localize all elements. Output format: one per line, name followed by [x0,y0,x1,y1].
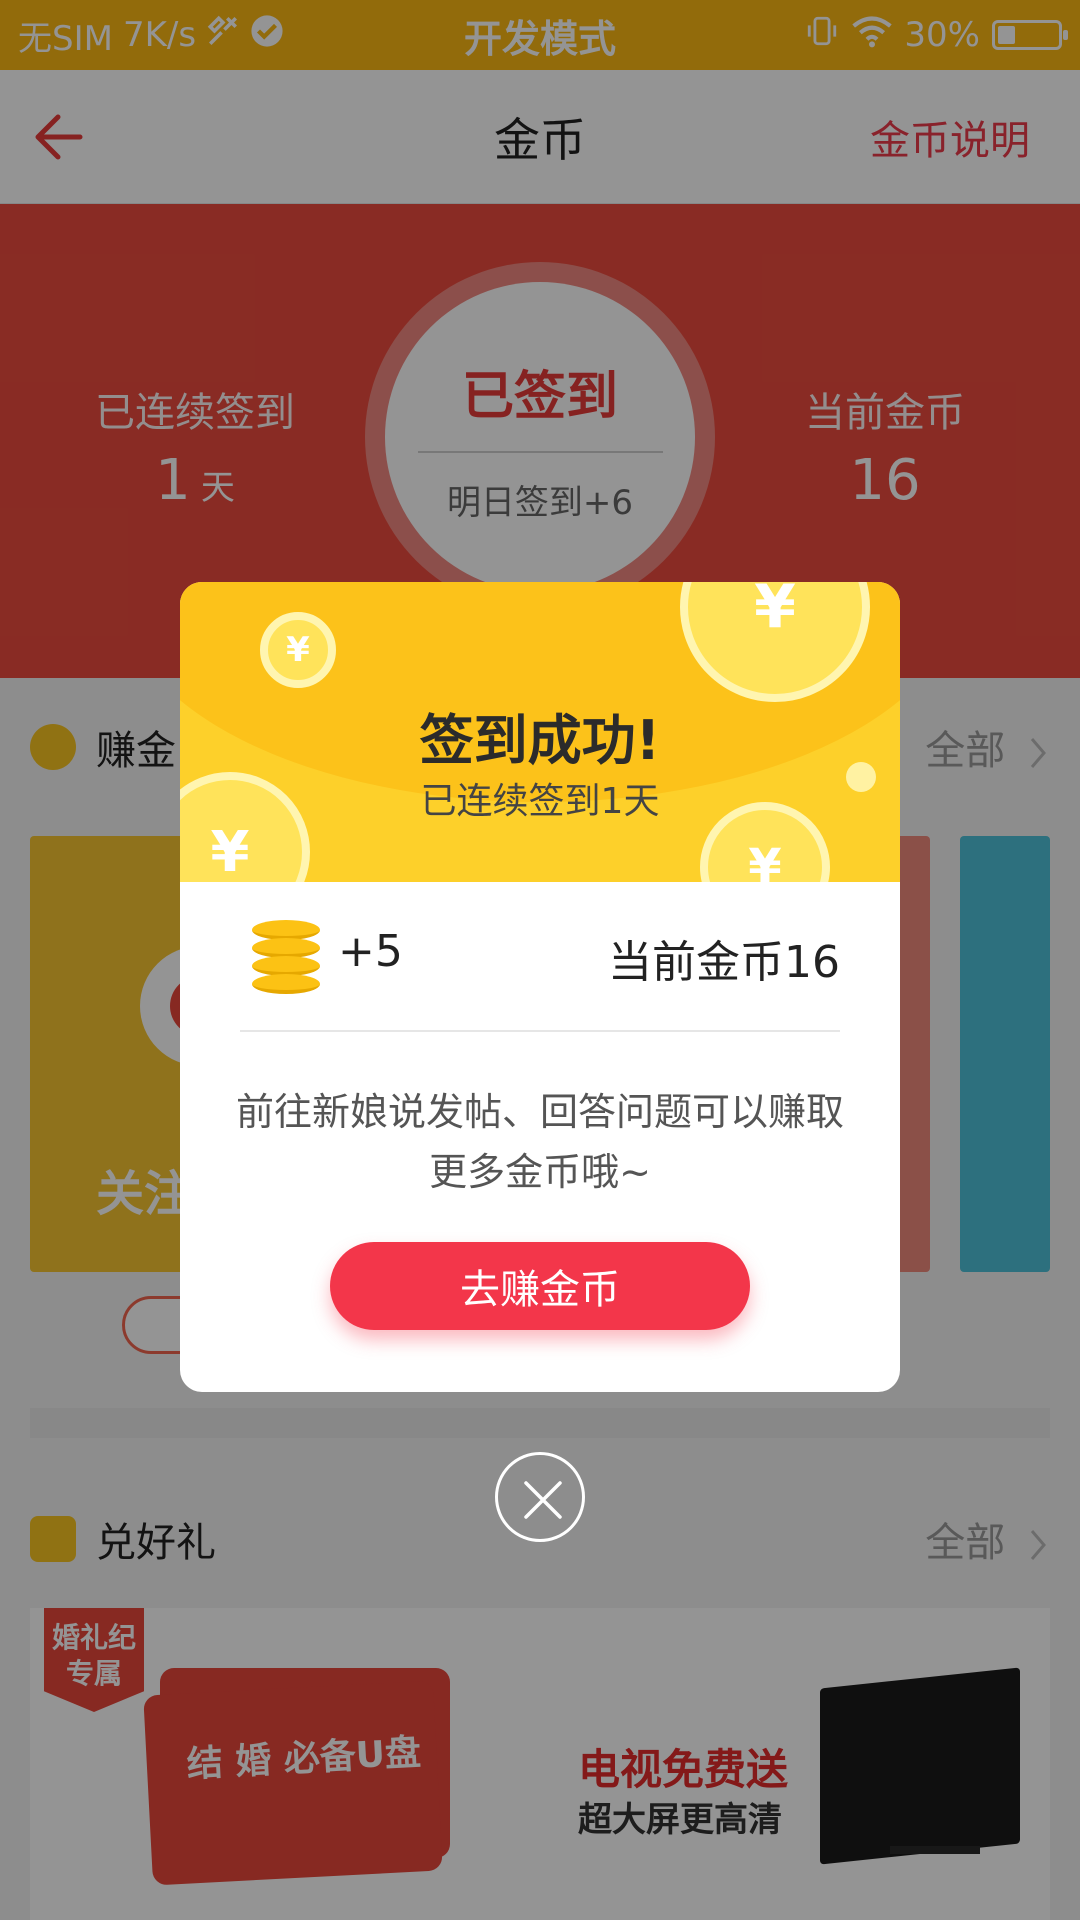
coin-stack-icon [252,920,320,994]
coin-icon: ¥ [680,582,870,702]
close-icon [524,1481,562,1519]
dialog-divider [240,1030,840,1032]
reward-row: +5 当前金币16 [240,914,840,1014]
dialog-title: 签到成功! [419,709,661,772]
dialog-description: 前往新娘说发帖、回答问题可以赚取更多金币哦~ [235,1090,844,1194]
current-coins: 当前金币16 [608,937,840,988]
earn-coins-button[interactable]: 去赚金币 [330,1242,750,1330]
checkin-success-dialog: ¥ ¥ ¥ ¥ 签到成功! 已连续签到1天 +5 当前金币16 前往新娘说发帖、… [180,582,900,1392]
reward-amount: +5 [338,926,403,977]
dialog-header: ¥ ¥ ¥ ¥ 签到成功! 已连续签到1天 [180,582,900,882]
coin-icon: ¥ [260,612,336,688]
close-dialog-button[interactable] [495,1452,585,1542]
dialog-subtitle: 已连续签到1天 [420,781,660,822]
